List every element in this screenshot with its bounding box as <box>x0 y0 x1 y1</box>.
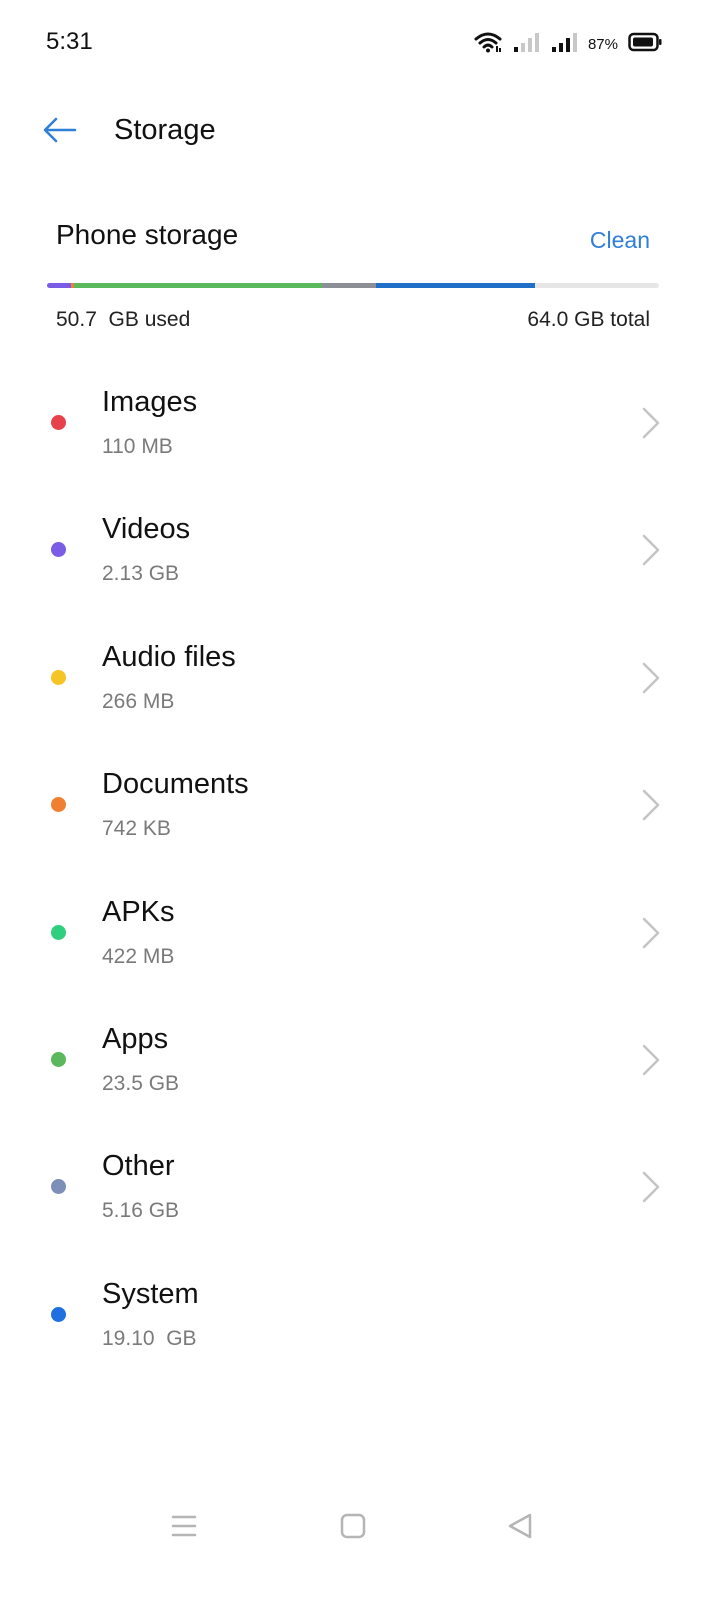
battery-percent: 87% <box>587 35 618 53</box>
storage-total-text: 64.0 GB total <box>527 308 650 331</box>
arrow-left-icon <box>42 116 78 149</box>
chevron-right-icon <box>642 662 660 694</box>
category-size: 19.10 GB <box>102 1326 197 1350</box>
app-header: Storage <box>0 100 720 164</box>
system-back-button[interactable] <box>500 1506 540 1546</box>
category-name: Apps <box>102 1022 169 1055</box>
page-title: Storage <box>114 114 216 146</box>
recents-button[interactable] <box>164 1506 204 1546</box>
storage-bar-segment-apps <box>74 283 322 288</box>
storage-used-text: 50.7 GB used <box>56 308 191 331</box>
color-dot <box>51 1179 66 1195</box>
color-dot <box>51 669 66 685</box>
home-button[interactable] <box>333 1506 373 1546</box>
color-dot <box>51 1051 66 1067</box>
chevron-right-icon <box>642 917 660 948</box>
status-icons: 87% <box>474 30 662 58</box>
category-size: 23.5 GB <box>102 1071 180 1095</box>
signal-sim2-icon <box>550 31 578 58</box>
navigation-bar <box>0 1490 720 1560</box>
category-size: 2.13 GB <box>102 562 180 586</box>
category-size: 742 KB <box>102 817 171 841</box>
category-row-apps[interactable]: Apps 23.5 GB <box>0 995 720 1122</box>
chevron-right-icon <box>642 1172 660 1203</box>
chevron-right-icon <box>642 535 660 566</box>
category-row-documents[interactable]: Documents 742 KB <box>0 740 720 867</box>
category-list: Images 110 MB Videos 2.13 GB Audio files… <box>0 358 720 1377</box>
category-name: Other <box>102 1150 175 1183</box>
battery-icon <box>628 32 662 57</box>
category-row-system[interactable]: System 19.10 GB <box>0 1250 720 1377</box>
color-dot <box>51 1306 66 1322</box>
category-size: 266 MB <box>102 689 175 713</box>
color-dot <box>51 415 66 430</box>
category-name: Images <box>102 386 198 418</box>
category-name: Audio files <box>102 640 236 673</box>
clean-button[interactable]: Clean <box>590 227 650 254</box>
category-row-videos[interactable]: Videos 2.13 GB <box>0 485 720 612</box>
wifi-icon <box>474 31 502 58</box>
category-name: System <box>102 1277 199 1310</box>
storage-bar-segment-videos <box>47 283 71 288</box>
back-triangle-icon <box>508 1513 532 1539</box>
color-dot <box>51 542 66 558</box>
category-size: 422 MB <box>102 944 175 968</box>
storage-usage-bar <box>47 283 659 288</box>
color-dot <box>51 924 66 940</box>
category-row-audio-files[interactable]: Audio files 266 MB <box>0 613 720 740</box>
category-row-images[interactable]: Images 110 MB <box>0 358 720 485</box>
category-row-other[interactable]: Other 5.16 GB <box>0 1122 720 1249</box>
chevron-right-icon <box>642 789 660 821</box>
category-name: APKs <box>102 895 175 928</box>
chevron-right-icon <box>642 1044 660 1076</box>
storage-bar-segment-other <box>322 283 376 288</box>
category-size: 5.16 GB <box>102 1199 180 1223</box>
category-size: 110 MB <box>102 435 173 458</box>
signal-sim1-icon <box>512 31 540 58</box>
category-row-apks[interactable]: APKs 422 MB <box>0 868 720 995</box>
category-name: Videos <box>102 513 191 546</box>
status-bar: 5:31 87% <box>0 0 720 88</box>
back-button[interactable] <box>38 110 82 154</box>
color-dot <box>51 797 66 813</box>
home-square-icon <box>340 1513 366 1539</box>
menu-icon <box>171 1515 197 1537</box>
category-name: Documents <box>102 768 249 801</box>
status-time: 5:31 <box>46 28 93 55</box>
storage-bar-segment-system <box>376 283 535 288</box>
chevron-right-icon <box>642 407 660 439</box>
section-title: Phone storage <box>56 219 239 250</box>
